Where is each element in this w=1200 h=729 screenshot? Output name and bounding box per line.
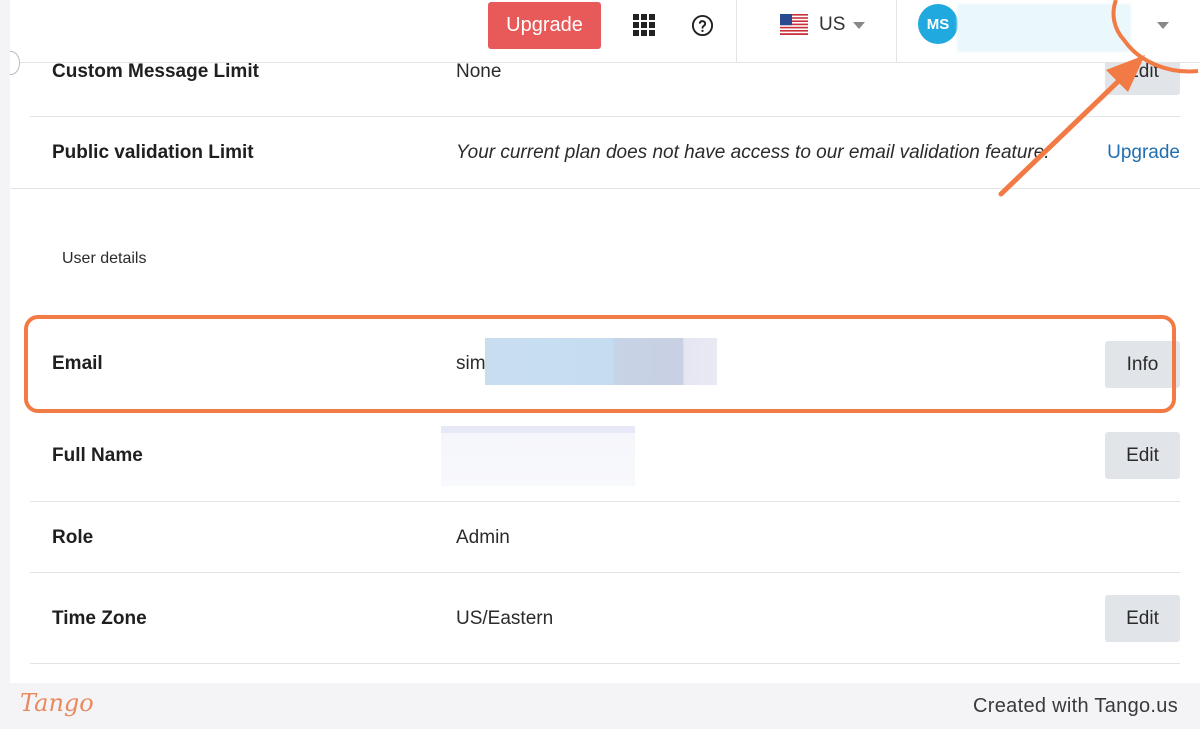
row-value: None [456,61,502,82]
role-value: Admin [456,527,510,548]
time-zone-value: US/Eastern [456,608,554,629]
row-label: Role [52,527,94,548]
footer-credit: Created with Tango.us [973,695,1178,717]
footer: Tango Created with Tango.us [0,683,1200,729]
row-label: Time Zone [52,608,147,629]
redacted-full-name [441,426,635,486]
avatar[interactable]: MS [918,4,958,44]
country-label[interactable]: US [819,14,845,36]
email-value: sim [456,353,486,374]
help-circle-icon[interactable] [691,14,714,37]
row-label: Full Name [52,445,143,466]
redacted-user-name [957,4,1131,52]
settings-row-time-zone: Time Zone US/Eastern Edit [30,573,1180,664]
redacted-email [485,338,717,385]
row-label: Email [52,353,103,374]
top-navigation-bar: Upgrade US MS [10,0,1200,63]
section-title: User details [62,250,147,267]
chevron-down-icon[interactable] [1157,22,1169,29]
section-divider [10,188,1200,189]
topbar-divider [896,0,897,63]
row-label: Public validation Limit [52,142,254,163]
chevron-down-icon[interactable] [853,22,865,29]
settings-row-email: Email sim Info [30,318,1180,409]
tango-logo: Tango [20,689,94,717]
us-flag-icon[interactable] [780,14,808,35]
row-label: Custom Message Limit [52,61,259,82]
upgrade-link[interactable]: Upgrade [1107,142,1180,164]
apps-grid-icon[interactable] [633,14,655,36]
edit-button[interactable]: Edit [1105,595,1180,642]
settings-row-public-validation-limit: Public validation Limit Your current pla… [30,117,1180,188]
settings-row-full-name: Full Name Edit [30,411,1180,502]
account-settings-page: Custom Message Limit None Edit Public va… [10,0,1200,683]
info-button[interactable]: Info [1105,341,1180,388]
row-value: Your current plan does not have access t… [456,142,1050,163]
upgrade-button[interactable]: Upgrade [488,2,601,49]
settings-row-role: Role Admin [30,502,1180,573]
edit-button[interactable]: Edit [1105,432,1180,479]
topbar-divider [736,0,737,63]
